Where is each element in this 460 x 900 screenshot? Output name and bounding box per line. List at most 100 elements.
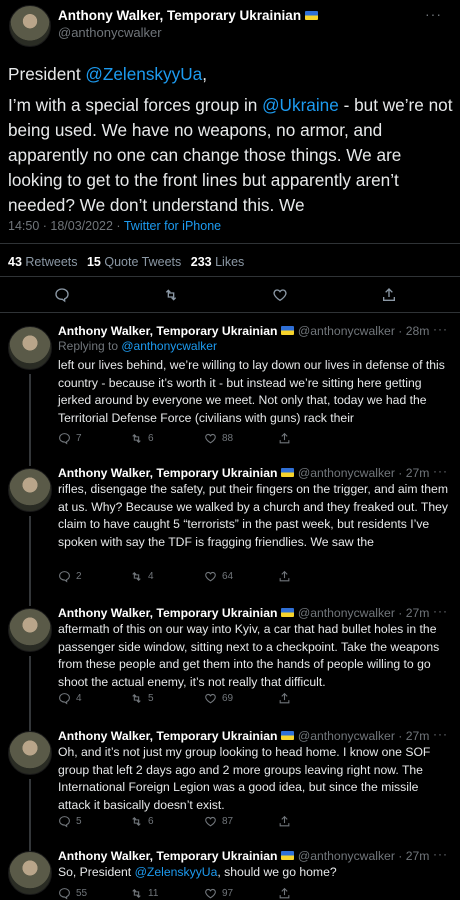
author-name[interactable]: Anthony Walker, Temporary Ukrainian bbox=[58, 466, 277, 480]
more-options-icon[interactable]: ··· bbox=[433, 464, 448, 478]
like-button[interactable]: 88 bbox=[204, 432, 233, 445]
reply-button[interactable]: 4 bbox=[58, 692, 82, 705]
more-options-icon[interactable]: ··· bbox=[433, 727, 448, 741]
retweet-icon bbox=[132, 816, 141, 827]
retweets-count[interactable]: 43 bbox=[8, 255, 22, 269]
handle-time[interactable]: @anthonycwalker · 27m bbox=[298, 466, 430, 480]
author-name[interactable]: Anthony Walker, Temporary Ukrainian bbox=[58, 8, 319, 23]
share-button[interactable] bbox=[278, 815, 291, 828]
divider bbox=[0, 276, 460, 277]
mention-link[interactable]: @anthonycwalker bbox=[121, 339, 217, 353]
source-link[interactable]: Twitter for iPhone bbox=[124, 219, 221, 233]
handle-time[interactable]: @anthonycwalker · 28m bbox=[298, 324, 430, 338]
reply-header: Anthony Walker, Temporary Ukrainian @ant… bbox=[58, 466, 429, 480]
main-actions bbox=[0, 287, 460, 307]
quotes-label[interactable]: Quote Tweets bbox=[104, 255, 181, 269]
share-button[interactable] bbox=[278, 432, 291, 445]
like-icon bbox=[205, 433, 216, 444]
retweet-button[interactable]: 4 bbox=[130, 570, 154, 583]
retweets-label[interactable]: Retweets bbox=[25, 255, 77, 269]
author-name[interactable]: Anthony Walker, Temporary Ukrainian bbox=[58, 324, 277, 338]
reply-button[interactable]: 7 bbox=[58, 432, 82, 445]
share-icon bbox=[279, 815, 290, 827]
share-icon bbox=[279, 887, 290, 899]
reply-button[interactable]: 2 bbox=[58, 570, 82, 583]
mention-link[interactable]: @Ukraine bbox=[262, 95, 339, 115]
likes-count[interactable]: 233 bbox=[191, 255, 212, 269]
reply-button[interactable]: 5 bbox=[58, 815, 82, 828]
handle-time[interactable]: @anthonycwalker · 27m bbox=[298, 849, 430, 863]
tweet-stats: 43 Retweets 15 Quote Tweets 233 Likes bbox=[8, 255, 244, 269]
reply-text: Oh, and it’s not just my group looking t… bbox=[58, 745, 431, 812]
like-count: 64 bbox=[222, 571, 234, 582]
more-options-icon[interactable]: ··· bbox=[433, 847, 448, 861]
like-count: 87 bbox=[222, 816, 234, 827]
like-icon bbox=[205, 693, 216, 704]
reply-icon bbox=[59, 571, 70, 583]
avatar[interactable] bbox=[8, 608, 52, 652]
ukraine-flag-icon bbox=[281, 468, 295, 477]
ukraine-flag-icon bbox=[281, 731, 295, 740]
tweet-timestamp: 14:50 · 18/03/2022 · Twitter for iPhone bbox=[8, 219, 222, 233]
mention-link[interactable]: @ZelenskyyUa bbox=[85, 64, 202, 84]
author-name[interactable]: Anthony Walker, Temporary Ukrainian bbox=[58, 729, 277, 743]
avatar[interactable] bbox=[8, 731, 52, 775]
retweet-icon bbox=[132, 693, 141, 704]
like-count: 88 bbox=[222, 433, 234, 444]
thread-line bbox=[29, 656, 31, 742]
like-icon[interactable] bbox=[272, 287, 288, 303]
retweet-button[interactable]: 11 bbox=[130, 887, 158, 900]
retweet-button[interactable]: 6 bbox=[130, 432, 154, 445]
retweet-button[interactable]: 5 bbox=[130, 692, 154, 705]
reply-text: rifles, disengage the safety, put their … bbox=[58, 482, 448, 549]
like-count: 69 bbox=[222, 693, 234, 704]
share-button[interactable] bbox=[278, 692, 291, 705]
ukraine-flag-icon bbox=[281, 326, 295, 335]
retweet-icon[interactable] bbox=[163, 287, 179, 303]
reply-count: 5 bbox=[76, 816, 82, 827]
more-options-icon[interactable]: ··· bbox=[425, 6, 442, 22]
reply-actions: 55 11 97 bbox=[58, 887, 338, 900]
avatar[interactable] bbox=[9, 5, 51, 47]
avatar[interactable] bbox=[8, 468, 52, 512]
likes-label[interactable]: Likes bbox=[215, 255, 244, 269]
reply-button[interactable]: 55 bbox=[58, 887, 87, 900]
handle-time[interactable]: @anthonycwalker · 27m bbox=[298, 729, 430, 743]
retweet-icon bbox=[132, 571, 141, 582]
retweet-button[interactable]: 6 bbox=[130, 815, 154, 828]
avatar[interactable] bbox=[8, 851, 52, 895]
mention-link[interactable]: @ZelenskyyUa bbox=[135, 865, 218, 879]
share-icon bbox=[279, 570, 290, 582]
more-options-icon[interactable]: ··· bbox=[433, 322, 448, 336]
like-button[interactable]: 69 bbox=[204, 692, 233, 705]
reply-text: left our lives behind, we’re willing to … bbox=[58, 358, 445, 425]
like-button[interactable]: 64 bbox=[204, 570, 233, 583]
reply-header: Anthony Walker, Temporary Ukrainian @ant… bbox=[58, 729, 429, 743]
divider bbox=[0, 312, 460, 313]
share-icon[interactable] bbox=[381, 287, 397, 303]
more-options-icon[interactable]: ··· bbox=[433, 604, 448, 618]
author-name[interactable]: Anthony Walker, Temporary Ukrainian bbox=[58, 849, 277, 863]
reply-icon bbox=[59, 816, 70, 828]
like-button[interactable]: 97 bbox=[204, 887, 233, 900]
reply-actions: 2 4 64 bbox=[58, 570, 338, 584]
reply-actions: 4 5 69 bbox=[58, 692, 338, 706]
reply-header: Anthony Walker, Temporary Ukrainian @ant… bbox=[58, 606, 429, 620]
share-icon bbox=[279, 432, 290, 444]
tweet-text: President @ZelenskyyUa, I’m with a speci… bbox=[8, 64, 453, 215]
share-icon bbox=[279, 692, 290, 704]
avatar[interactable] bbox=[8, 326, 52, 370]
reply-count: 55 bbox=[76, 888, 88, 899]
share-button[interactable] bbox=[278, 570, 291, 583]
like-count: 97 bbox=[222, 888, 234, 899]
handle-time[interactable]: @anthonycwalker · 27m bbox=[298, 606, 430, 620]
share-button[interactable] bbox=[278, 887, 291, 900]
author-name[interactable]: Anthony Walker, Temporary Ukrainian bbox=[58, 606, 277, 620]
reply-actions: 5 6 87 bbox=[58, 815, 338, 829]
like-icon bbox=[205, 571, 216, 582]
replying-to: Replying to @anthonycwalker bbox=[58, 339, 217, 353]
like-button[interactable]: 87 bbox=[204, 815, 233, 828]
reply-icon[interactable] bbox=[54, 287, 70, 303]
quotes-count[interactable]: 15 bbox=[87, 255, 101, 269]
author-handle[interactable]: @anthonycwalker bbox=[58, 25, 162, 40]
